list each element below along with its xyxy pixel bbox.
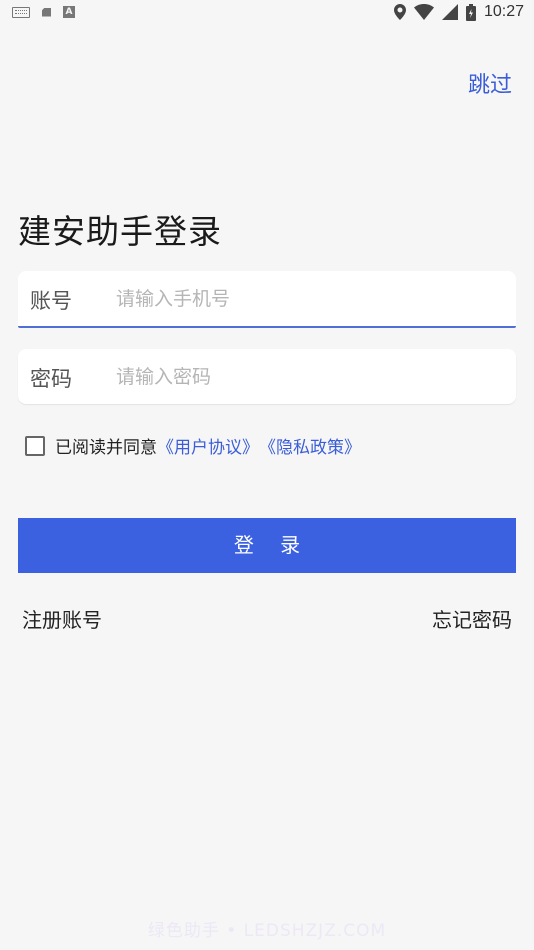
- skip-button[interactable]: 跳过: [468, 67, 512, 99]
- wifi-icon: [413, 4, 434, 20]
- a-notification-icon: A: [63, 6, 75, 18]
- battery-icon: [465, 3, 476, 21]
- account-label: 账号: [30, 289, 72, 313]
- forgot-password-link[interactable]: 忘记密码: [432, 604, 512, 633]
- account-field[interactable]: 账号: [18, 271, 516, 328]
- password-input[interactable]: [114, 359, 498, 395]
- register-link[interactable]: 注册账号: [22, 604, 102, 633]
- status-right-icons: 10:27: [393, 3, 524, 21]
- login-button[interactable]: 登 录: [18, 518, 516, 573]
- user-agreement-link[interactable]: 《用户协议》: [157, 433, 259, 458]
- agreement-text: 已阅读并同意: [55, 438, 157, 458]
- phone-input[interactable]: [114, 281, 498, 317]
- sd-card-icon: [42, 7, 51, 17]
- clock: 10:27: [483, 3, 524, 20]
- location-icon: [393, 4, 406, 20]
- password-label: 密码: [30, 367, 72, 391]
- status-bar: A 10:27: [0, 0, 534, 28]
- keyboard-icon: [12, 6, 30, 18]
- watermark: 绿色助手 • LEDSHZJZ.COM: [147, 921, 387, 941]
- page-title: 建安助手登录: [18, 212, 222, 251]
- password-field[interactable]: 密码: [18, 349, 516, 404]
- agreement-checkbox[interactable]: [25, 435, 45, 456]
- agreement-row: 已阅读并同意 《用户协议》 《隐私政策》: [25, 433, 361, 458]
- privacy-policy-link[interactable]: 《隐私政策》: [259, 433, 361, 458]
- status-left-icons: A: [12, 6, 75, 18]
- signal-icon: [441, 4, 458, 20]
